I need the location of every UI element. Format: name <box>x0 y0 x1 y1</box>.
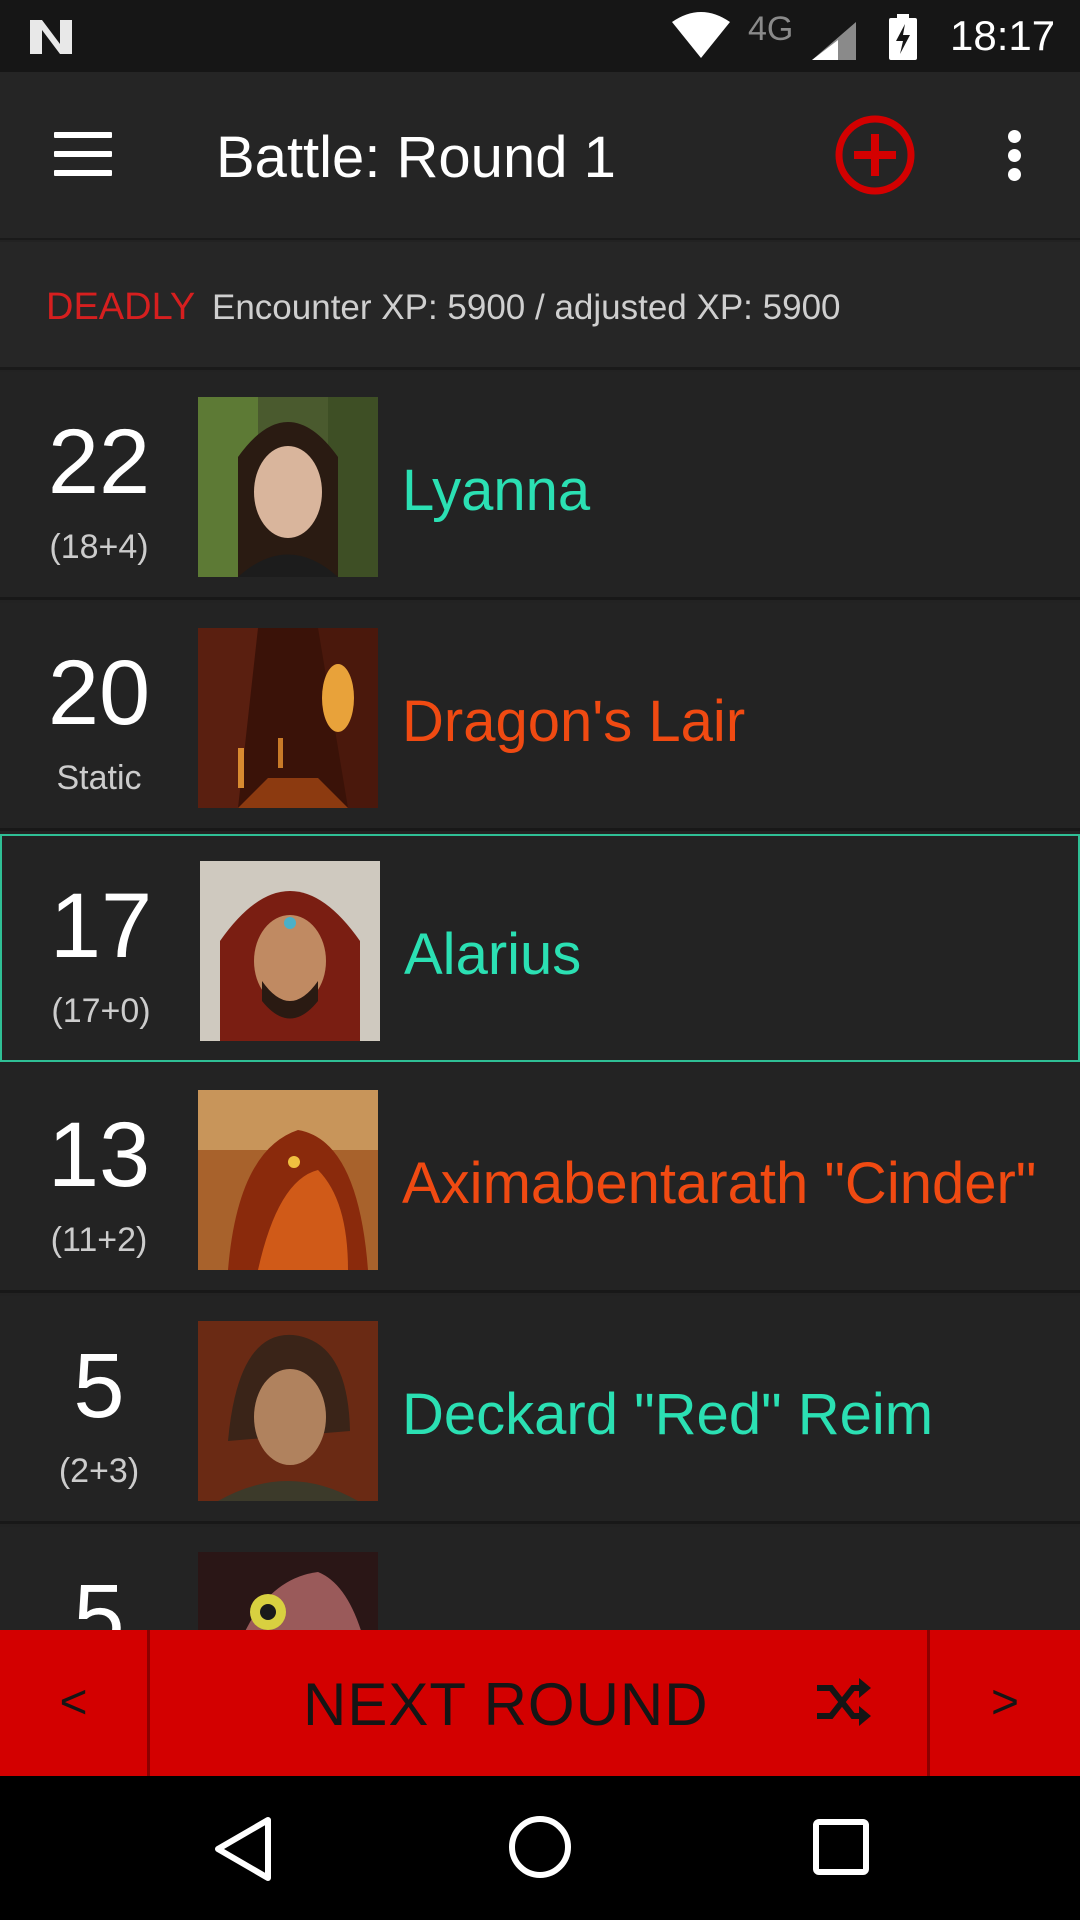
combatant-name: Aximabentarath "Cinder" <box>402 1151 1037 1216</box>
system-nav-bar <box>0 1776 1080 1920</box>
encounter-xp-text: Encounter XP: 5900 / adjusted XP: 5900 <box>212 288 841 327</box>
round-controls: < NEXT ROUND > <box>0 1630 1080 1776</box>
status-bar: 4G 18:17 <box>0 0 1080 72</box>
initiative-detail: Static <box>56 759 142 797</box>
initiative-detail: (2+3) <box>58 1452 140 1490</box>
next-round-label: NEXT ROUND <box>303 1671 709 1738</box>
initiative-value: 22 <box>47 411 151 513</box>
network-type-label: 4G <box>748 10 794 48</box>
combatant-row[interactable]: 22 (18+4) Lyanna <box>0 372 1080 600</box>
initiative-detail: (17+0) <box>51 992 151 1030</box>
app-bar: Battle: Round 1 <box>0 72 1080 240</box>
portrait-lyanna <box>198 397 378 577</box>
combatant-row[interactable]: 13 (11+2) Aximabentarath "Cinder" <box>0 1065 1080 1293</box>
combatant-row-active[interactable]: 17 (17+0) Alarius <box>0 834 1080 1062</box>
portrait-deckard <box>198 1321 378 1501</box>
portrait-creature <box>198 1552 378 1630</box>
combatant-row[interactable]: 20 Static Dragon's Lair <box>0 603 1080 831</box>
next-turn-button[interactable]: > <box>927 1630 1080 1776</box>
initiative-value: 5 <box>73 1335 125 1437</box>
portrait-alarius <box>200 861 380 1041</box>
back-icon[interactable] <box>210 1814 280 1884</box>
combatant-row[interactable]: 5 <box>0 1527 1080 1630</box>
more-vert-icon[interactable] <box>996 130 1032 184</box>
initiative-value: 5 <box>73 1566 125 1630</box>
encounter-summary: DEADLY Encounter XP: 5900 / adjusted XP:… <box>0 242 1080 370</box>
wifi-icon <box>672 12 730 58</box>
combatant-name: Dragon's Lair <box>402 689 746 754</box>
next-round-button[interactable]: NEXT ROUND <box>153 1630 927 1776</box>
portrait-cinder <box>198 1090 378 1270</box>
initiative-value: 20 <box>47 642 151 744</box>
initiative-detail: (18+4) <box>49 528 149 566</box>
combatant-name: Deckard "Red" Reim <box>402 1382 934 1447</box>
initiative-detail: (11+2) <box>50 1221 148 1259</box>
add-circle-icon[interactable] <box>834 114 916 196</box>
clock: 18:17 <box>950 12 1056 59</box>
combatant-list[interactable]: 22 (18+4) Lyanna 20 Static Dragon's Lair… <box>0 372 1080 1630</box>
combatant-name: Lyanna <box>402 458 591 523</box>
n-logo-icon <box>30 20 72 54</box>
portrait-dragons-lair <box>198 628 378 808</box>
home-icon[interactable] <box>507 1814 573 1880</box>
shuffle-icon <box>817 1678 871 1726</box>
initiative-value: 17 <box>49 875 153 977</box>
page-title: Battle: Round 1 <box>216 125 616 190</box>
combatant-name: Alarius <box>404 922 582 987</box>
difficulty-label: DEADLY <box>46 286 196 328</box>
battery-charging-icon <box>889 14 917 60</box>
combatant-row[interactable]: 5 (2+3) Deckard "Red" Reim <box>0 1296 1080 1524</box>
initiative-value: 13 <box>47 1104 151 1206</box>
signal-icon <box>812 22 856 60</box>
previous-turn-button[interactable]: < <box>0 1630 150 1776</box>
recents-icon[interactable] <box>812 1818 870 1876</box>
menu-icon[interactable] <box>54 132 112 176</box>
